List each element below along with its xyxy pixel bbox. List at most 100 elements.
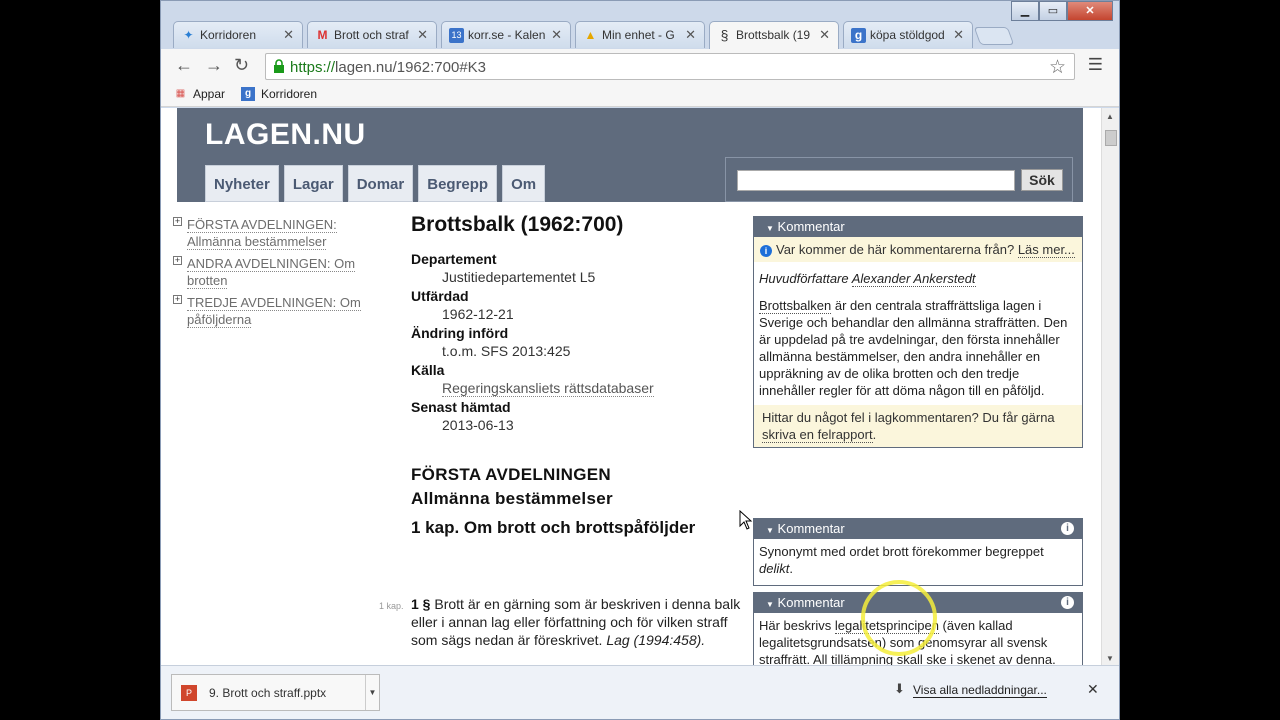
tab-close-icon[interactable]: ✕ [953,27,964,43]
new-tab-button[interactable] [973,27,1015,45]
paragraph-number[interactable]: 1 § [411,596,430,612]
author-link[interactable]: Alexander Ankerstedt [851,271,976,287]
vertical-scrollbar[interactable]: ▲ ▼ [1101,108,1119,665]
download-item[interactable]: P 9. Brott och straff.pptx ▼ [171,674,380,711]
nav-begrepp[interactable]: Begrepp [418,165,498,202]
reload-icon[interactable]: ↻ [234,55,249,76]
bookmark-korridoren[interactable]: g Korridoren [241,87,317,101]
download-arrow-icon: ⬇ [894,681,905,696]
tab-close-icon[interactable]: ✕ [551,27,562,43]
back-arrow-icon[interactable]: ← [175,55,193,76]
meta-value: Regeringskansliets rättsdatabaser [442,380,751,397]
tab-close-icon[interactable]: ✕ [417,27,428,43]
close-window-button[interactable]: ✕ [1067,1,1113,21]
menu-hamburger-icon[interactable]: ☰ [1088,55,1103,75]
info-icon[interactable]: i [1061,596,1074,609]
search-input[interactable] [737,170,1015,191]
bookmark-star-icon[interactable]: ☆ [1049,56,1066,79]
url-path: lagen.nu/1962:700#K3 [335,59,487,76]
site-search: Sök [725,157,1073,202]
section-title-line: FÖRSTA AVDELNINGEN [411,465,611,484]
error-report-link[interactable]: skriva en felrapport [762,427,873,443]
tab-korridoren[interactable]: ✦ Korridoren ✕ [173,21,303,48]
toc-line[interactable]: ANDRA AVDELNINGEN: Om [187,256,356,272]
toc-line[interactable]: påföljderna [187,312,252,328]
comment-header[interactable]: ▼ Kommentar [754,217,1082,237]
comment-info-note: i Var kommer de här kommentarerna från? L… [754,237,1082,262]
url-text: https://lagen.nu/1962:700#K3 [290,59,486,76]
scrollbar-thumb[interactable] [1105,130,1117,146]
tab-drive[interactable]: ▲ Min enhet - G ✕ [575,21,705,48]
show-all-downloads-link[interactable]: Visa alla nedladdningar... [913,683,1047,698]
powerpoint-file-icon: P [181,685,197,701]
minimize-button[interactable]: ▁ [1011,1,1039,21]
mouse-cursor-icon [739,510,753,530]
meta-label: Departement [411,251,497,267]
expand-plus-icon[interactable]: + [173,256,182,265]
tab-brottsbalk[interactable]: § Brottsbalk (19 ✕ [709,21,839,49]
comment-header[interactable]: ▼ Kommentar i [754,519,1082,539]
comment-text: . [789,561,793,576]
comment-box: ▼ Kommentar i Synonymt med ordet brott f… [753,518,1083,586]
scroll-up-arrow-icon[interactable]: ▲ [1106,112,1114,121]
meta-label: Utfärdad [411,288,469,304]
drive-favicon: ▲ [584,28,597,42]
close-download-bar-icon[interactable]: ✕ [1087,681,1099,698]
source-link[interactable]: Regeringskansliets rättsdatabaser [442,380,654,397]
footer-text: Hittar du något fel i lagkommentaren? Du… [762,410,1055,425]
info-icon[interactable]: i [1061,522,1074,535]
meta-label: Ändring införd [411,325,509,341]
apps-grid-icon: ▦ [175,88,185,99]
tab-close-icon[interactable]: ✕ [685,27,696,43]
comment-title: Kommentar [777,219,845,234]
tab-gmail[interactable]: M Brott och straf ✕ [307,21,437,48]
browser-toolbar: ← → ↻ https://lagen.nu/1962:700#K3 ☆ ☰ [161,49,1119,83]
download-bar: P 9. Brott och straff.pptx ▼ ⬇ Visa alla… [161,665,1119,719]
forward-arrow-icon[interactable]: → [205,55,223,76]
tab-label: Korridoren [200,28,257,42]
nav-domar[interactable]: Domar [347,165,414,202]
collapse-triangle-icon: ▼ [766,224,774,233]
tab-google-search[interactable]: g köpa stöldgod ✕ [843,21,973,48]
read-more-link[interactable]: Läs mer... [1017,242,1075,258]
document-title: Brottsbalk (1962:700) [411,213,624,236]
tab-calendar[interactable]: 13 korr.se - Kalen ✕ [441,21,571,48]
tab-label: köpa stöldgod [870,28,945,42]
toc-item-tredje[interactable]: + TREDJE AVDELNINGEN: Om påföljderna [173,294,373,328]
nav-om[interactable]: Om [502,165,546,202]
tab-close-icon[interactable]: ✕ [283,27,294,43]
lock-icon [274,59,284,73]
tab-close-icon[interactable]: ✕ [819,27,830,43]
comment-author: Huvudförfattare Alexander Ankerstedt [754,262,1082,291]
toc-item-andra[interactable]: + ANDRA AVDELNINGEN: Om brotten [173,255,373,289]
toc-line[interactable]: TREDJE AVDELNINGEN: Om [187,295,361,311]
download-menu-chevron-icon[interactable]: ▼ [365,675,379,710]
toc-line[interactable]: Allmänna bestämmelser [187,234,327,250]
comment-body: Synonymt med ordet brott förekommer begr… [754,539,1082,585]
expand-plus-icon[interactable]: + [173,295,182,304]
bookmark-label: Appar [193,87,226,101]
nav-nyheter[interactable]: Nyheter [205,165,279,202]
address-bar[interactable]: https://lagen.nu/1962:700#K3 ☆ [265,53,1075,80]
note-text: Var kommer de här kommentarerna från? [776,242,1018,257]
tab-label: Brott och straf [334,28,409,42]
expand-plus-icon[interactable]: + [173,217,182,226]
toc-item-forsta[interactable]: + FÖRSTA AVDELNINGEN: Allmänna bestämmel… [173,216,373,250]
maximize-button[interactable]: ▭ [1039,1,1067,21]
document-main: Brottsbalk (1962:700) Departement Justit… [411,213,751,538]
scroll-down-arrow-icon[interactable]: ▼ [1106,654,1114,663]
nav-lagar[interactable]: Lagar [283,165,343,202]
brottsbalken-link[interactable]: Brottsbalken [759,298,832,314]
paragraph-reference: Lag (1994:458). [606,632,706,648]
toc-line[interactable]: brotten [187,273,228,289]
paragraph: 1 kap. 1 § Brott är en gärning som är be… [379,595,746,649]
search-button[interactable]: Sök [1021,169,1063,191]
bookmark-apps[interactable]: ▦ Appar [173,87,225,101]
toc-line[interactable]: FÖRSTA AVDELNINGEN: [187,217,337,233]
paragraph-label: 1 kap. [379,601,404,611]
site-logo[interactable]: LAGEN.NU [205,118,366,152]
meta-label: Senast hämtad [411,399,511,415]
tab-label: Brottsbalk (19 [736,28,811,42]
info-icon: i [760,245,772,257]
comment-title: Kommentar [777,521,845,536]
